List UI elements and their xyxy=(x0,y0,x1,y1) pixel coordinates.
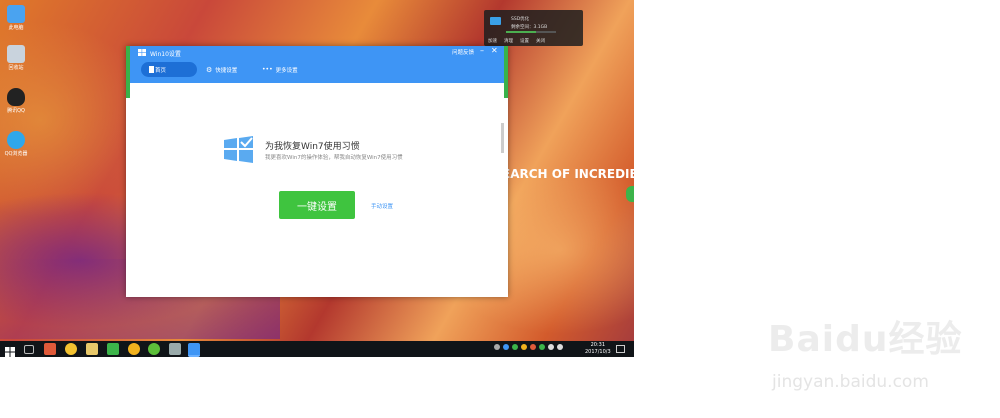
widget-progress xyxy=(506,31,556,33)
qq-penguin-icon xyxy=(7,88,25,106)
ssd-icon xyxy=(490,17,501,25)
window-header: Win10设置 问题反馈 – ✕ 首页 ⚙ 快捷设置 ••• 更多设置 xyxy=(130,46,504,83)
notification-icon[interactable] xyxy=(616,345,625,353)
volume-icon[interactable] xyxy=(557,344,563,350)
clock-time: 20:31 xyxy=(590,342,606,348)
file-explorer-icon[interactable] xyxy=(86,343,98,355)
desktop-icon-qq[interactable]: 腾讯QQ xyxy=(2,88,30,114)
tray-icon[interactable] xyxy=(494,344,500,350)
widget-space: 剩余空间：3.1GB xyxy=(511,25,548,30)
scrollbar[interactable] xyxy=(501,123,504,153)
taskbar-app-win10-settings[interactable] xyxy=(188,343,200,357)
tray-icon[interactable] xyxy=(521,344,527,350)
taskbar-app-6[interactable] xyxy=(148,343,160,355)
tab-home-label: 首页 xyxy=(155,67,167,74)
system-tray xyxy=(494,344,563,350)
taskbar-app-2[interactable] xyxy=(65,343,77,355)
gear-icon: ⚙ xyxy=(206,65,213,74)
widget-action-close[interactable]: 关闭 xyxy=(536,38,545,44)
page-subheading: 我更喜欢Win7的操作体验，帮我自动恢复Win7使用习惯 xyxy=(265,155,403,161)
taskbar: 20:31 2017/10/3 xyxy=(0,341,634,357)
baidu-watermark-url: jingyan.baidu.com xyxy=(772,372,929,392)
tray-icon[interactable] xyxy=(503,344,509,350)
window-content: 为我恢复Win7使用习惯 我更喜欢Win7的操作体验，帮我自动恢复Win7使用习… xyxy=(130,83,504,297)
side-float-icon[interactable] xyxy=(626,186,634,202)
tab-home[interactable]: 首页 xyxy=(141,62,197,77)
taskbar-app-5[interactable] xyxy=(128,343,140,355)
feedback-link[interactable]: 问题反馈 xyxy=(452,48,474,56)
win10-settings-window: Win10设置 问题反馈 – ✕ 首页 ⚙ 快捷设置 ••• 更多设置 为我恢复… xyxy=(126,46,508,297)
computer-icon xyxy=(7,5,25,23)
clock-date: 2017/10/3 xyxy=(585,349,611,355)
recycle-bin-icon xyxy=(7,45,25,63)
desktop-icon-label: QQ浏览器 xyxy=(4,151,28,157)
widget-title: SSD优化 xyxy=(511,17,530,22)
ssd-widget: SSD优化 剩余空间：3.1GB 加速 清理 设置 关闭 xyxy=(484,10,583,46)
desktop-icon-label: 此电脑 xyxy=(8,25,24,31)
task-view-button[interactable] xyxy=(24,345,34,354)
close-button[interactable]: ✕ xyxy=(491,46,498,55)
tab-more-settings-label: 更多设置 xyxy=(275,67,298,74)
taskbar-app-7[interactable] xyxy=(169,343,181,355)
qq-browser-icon xyxy=(7,131,25,149)
widget-action-clean[interactable]: 清理 xyxy=(504,38,513,44)
more-icon: ••• xyxy=(262,66,273,73)
one-click-setup-button[interactable]: 一键设置 xyxy=(279,191,355,219)
taskbar-app-4[interactable] xyxy=(107,343,119,355)
taskbar-app-1[interactable] xyxy=(44,343,56,355)
wallpaper-text: EARCH OF INCREDIBLE xyxy=(502,167,634,181)
windows-check-logo-icon xyxy=(224,136,253,163)
bookmark-icon xyxy=(149,66,154,73)
windows-logo-icon xyxy=(138,49,146,56)
tab-quick-settings-label: 快捷设置 xyxy=(215,67,238,74)
start-button[interactable] xyxy=(4,343,16,357)
desktop-icon-computer[interactable]: 此电脑 xyxy=(2,5,30,31)
tab-more-settings[interactable]: ••• 更多设置 xyxy=(262,62,298,77)
window-title: Win10设置 xyxy=(150,51,181,58)
baidu-watermark-logo: Baidu经验 xyxy=(768,319,963,360)
widget-action-settings[interactable]: 设置 xyxy=(520,38,529,44)
desktop-icon-label: 回收站 xyxy=(8,65,24,71)
desktop-icon-label: 腾讯QQ xyxy=(7,108,25,114)
tray-icon[interactable] xyxy=(539,344,545,350)
tray-icon[interactable] xyxy=(548,344,554,350)
minimize-button[interactable]: – xyxy=(480,46,484,55)
windows-icon xyxy=(5,347,15,357)
manual-setup-link[interactable]: 手动设置 xyxy=(371,202,393,210)
tray-icon[interactable] xyxy=(530,344,536,350)
tray-icon[interactable] xyxy=(512,344,518,350)
clock[interactable]: 20:31 2017/10/3 xyxy=(585,342,611,356)
widget-action-speedup[interactable]: 加速 xyxy=(488,38,497,44)
window-accent-right xyxy=(504,46,508,98)
desktop-icon-recycle-bin[interactable]: 回收站 xyxy=(2,45,30,71)
tab-quick-settings[interactable]: ⚙ 快捷设置 xyxy=(206,62,237,77)
desktop-icon-qq-browser[interactable]: QQ浏览器 xyxy=(2,131,30,157)
page-heading: 为我恢复Win7使用习惯 xyxy=(265,142,360,152)
